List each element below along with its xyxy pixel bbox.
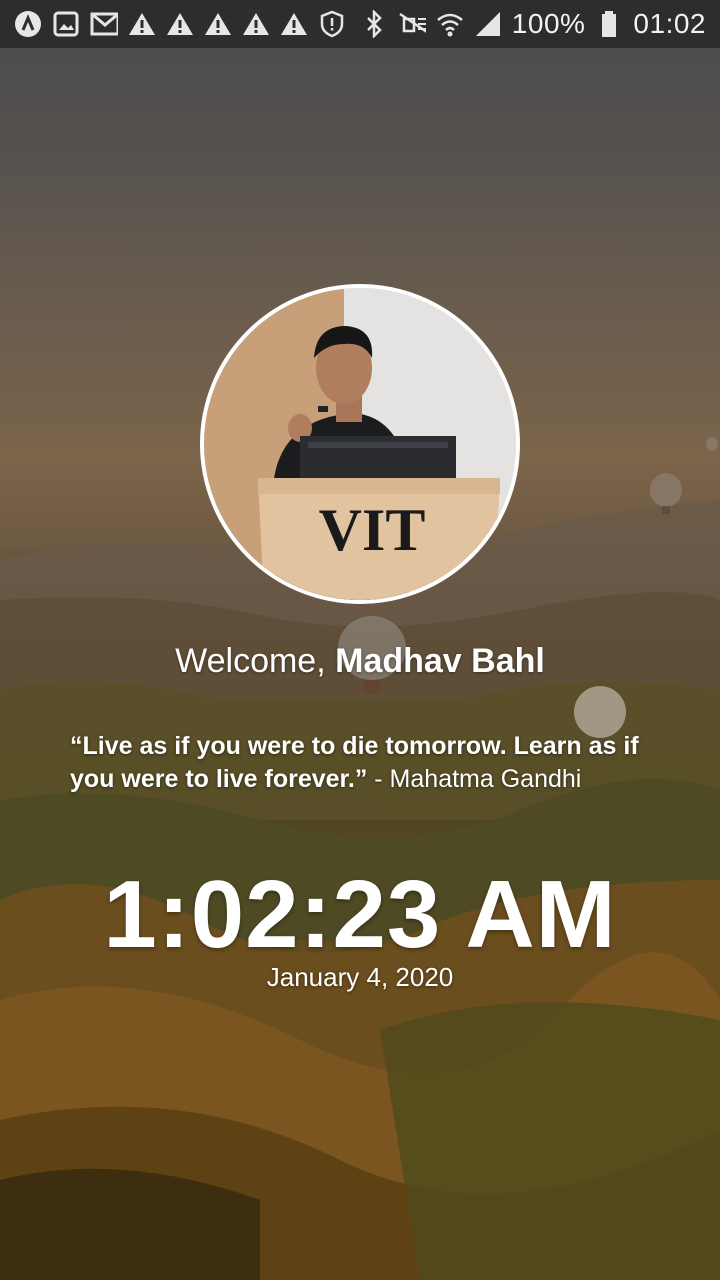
user-name: Madhav Bahl (335, 642, 545, 680)
image-icon (52, 10, 80, 38)
landscape-art (0, 437, 720, 1280)
welcome-prefix: Welcome, (175, 642, 326, 680)
notification-icons (14, 10, 346, 38)
podium-label: VIT (319, 497, 426, 563)
battery-icon (595, 10, 623, 38)
profile-photo: VIT (204, 288, 516, 600)
profile-avatar: VIT (200, 284, 520, 604)
status-time: 01:02 (633, 8, 706, 39)
bluetooth-icon (360, 10, 388, 38)
hot-air-balloon (706, 437, 718, 451)
warning-icon (280, 10, 308, 38)
welcome-message: Welcome, Madhav Bahl (0, 642, 720, 681)
clock-time: 1:02:23 AM (103, 861, 617, 968)
warning-icon (128, 10, 156, 38)
wifi-icon (436, 10, 464, 38)
warning-icon (204, 10, 232, 38)
warning-icon (166, 10, 194, 38)
clock-date: January 4, 2020 (266, 962, 454, 992)
app-a-icon (14, 10, 42, 38)
quote-author: - Mahatma Gandhi (367, 765, 582, 793)
signal-icon (474, 10, 502, 38)
status-bar: 100% 01:02 (0, 0, 720, 48)
shield-icon (318, 10, 346, 38)
gmail-icon (90, 10, 118, 38)
quote: “Live as if you were to die tomorrow. Le… (70, 730, 660, 796)
mute-icon (398, 10, 426, 38)
warning-icon (242, 10, 270, 38)
battery-percent: 100% (511, 8, 586, 39)
system-icons: 100% 01:02 (360, 8, 706, 40)
background-landscape (0, 0, 720, 1280)
